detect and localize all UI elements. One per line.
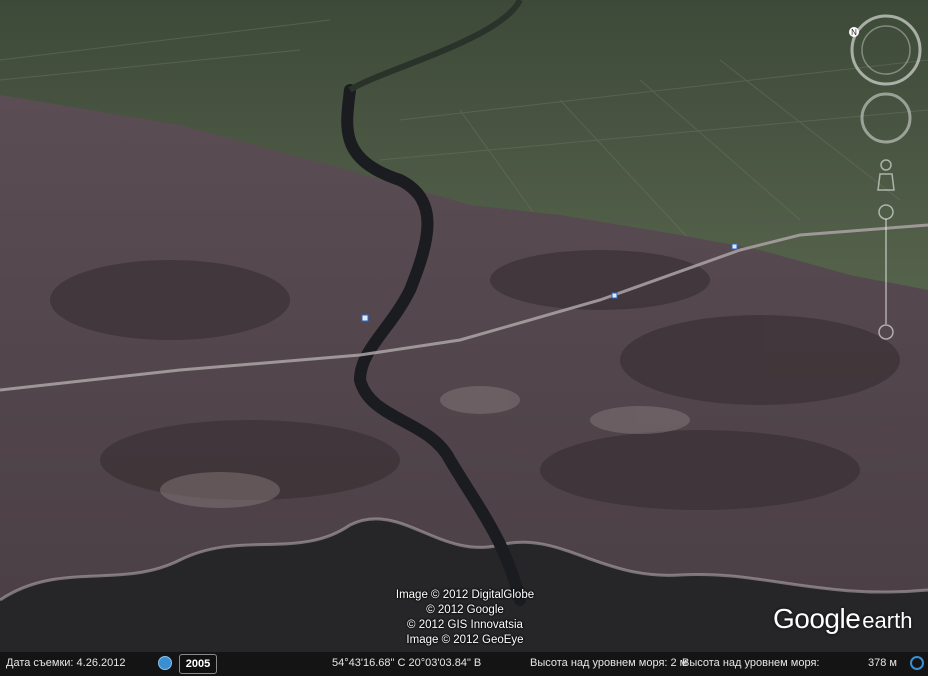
- placemark-icon[interactable]: [731, 243, 738, 250]
- look-ring-icon[interactable]: [850, 14, 922, 86]
- logo-earth: earth: [862, 608, 913, 633]
- navigation-controls[interactable]: N: [848, 14, 926, 354]
- svg-text:N: N: [851, 28, 857, 37]
- credit-line: © 2012 GIS Innovatsia: [407, 619, 523, 631]
- move-ring-icon[interactable]: [860, 92, 912, 144]
- historical-year-button[interactable]: 2005: [179, 654, 217, 674]
- elevation-readout: Высота над уровнем моря: 2 м: [530, 657, 688, 669]
- placemark-icon[interactable]: [361, 314, 369, 322]
- credit-line: Image © 2012 DigitalGlobe: [395, 589, 535, 601]
- imagery-date: Дата съемки: 4.26.2012: [6, 657, 126, 669]
- imagery-credits: Image © 2012 DigitalGlobe © 2012 Google …: [300, 588, 630, 648]
- map-view[interactable]: [0, 0, 928, 676]
- street-view-pegman-icon[interactable]: [877, 159, 895, 191]
- status-bar: Дата съемки: 4.26.2012 2005 54°43'16.68"…: [0, 652, 928, 676]
- eye-altitude-value: 378 м: [868, 657, 897, 669]
- coordinates: 54°43'16.68" С 20°03'03.84" В: [332, 657, 482, 669]
- historical-imagery-icon[interactable]: [158, 656, 172, 670]
- north-icon[interactable]: N: [849, 27, 859, 37]
- eye-altitude-label: Высота над уровнем моря:: [682, 657, 820, 669]
- google-earth-logo: Googleearth: [773, 603, 912, 635]
- credit-line: Image © 2012 GeoEye: [406, 634, 524, 646]
- streaming-status-icon: [910, 656, 924, 670]
- placemark-icon[interactable]: [611, 292, 618, 299]
- credit-line: © 2012 Google: [426, 604, 504, 616]
- logo-google: Google: [773, 603, 861, 634]
- zoom-slider-icon[interactable]: [878, 204, 894, 340]
